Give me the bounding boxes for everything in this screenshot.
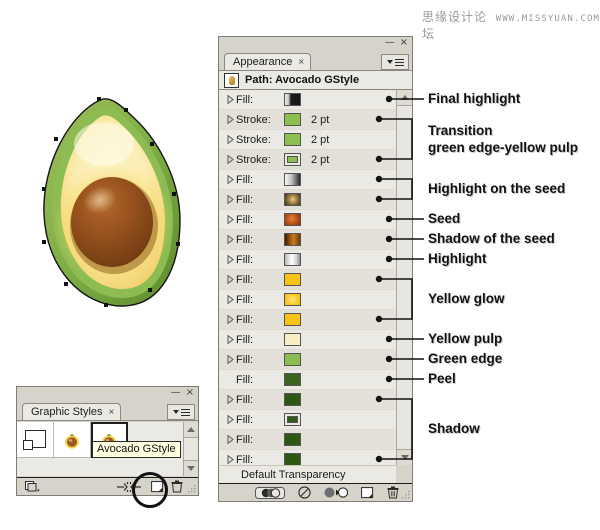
callout-connectors bbox=[375, 95, 424, 463]
callout-bracket bbox=[379, 118, 413, 160]
callout-bracket bbox=[379, 398, 413, 460]
callout-bracket bbox=[379, 178, 413, 200]
new-graphic-style-highlight-ring bbox=[132, 472, 168, 508]
tooltip-avocado-gstyle: Avocado GStyle bbox=[92, 441, 181, 458]
callout-bracket bbox=[379, 278, 413, 320]
